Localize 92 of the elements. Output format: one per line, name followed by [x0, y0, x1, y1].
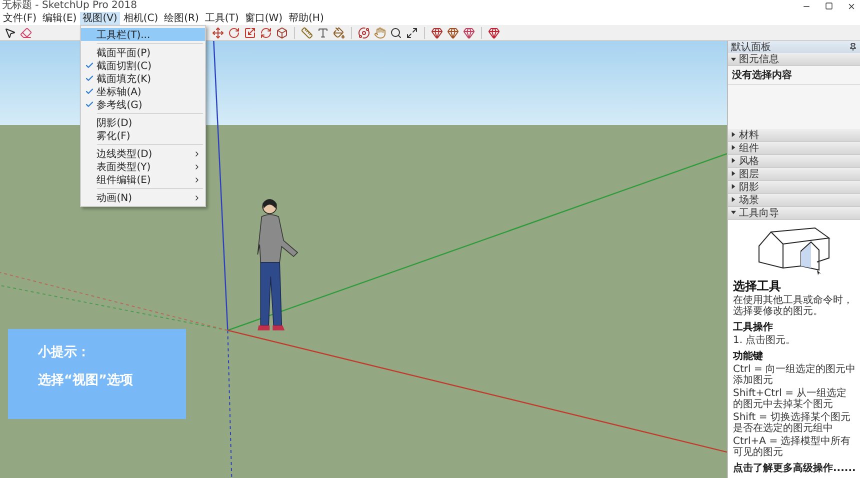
section-label: 工具向导 [739, 206, 779, 220]
menu-item[interactable]: 组件编辑(E) [80, 173, 205, 186]
menu-item[interactable]: 截面平面(P) [80, 46, 205, 59]
rotate-icon[interactable] [228, 26, 240, 38]
paint-bucket-icon[interactable] [333, 26, 345, 38]
move-icon[interactable] [212, 26, 224, 38]
menu-bar-item[interactable]: 帮助(H) [286, 12, 327, 25]
box-icon[interactable] [276, 26, 288, 38]
gem-icon[interactable] [447, 26, 459, 38]
section-label: 组件 [739, 142, 759, 155]
section-label: 图层 [739, 168, 759, 181]
section-label: 风格 [739, 154, 759, 168]
section-label: 材料 [739, 128, 759, 142]
section-heading: 工具操作 [733, 322, 774, 333]
menu-bar-item[interactable]: 视图(V) [80, 12, 120, 25]
search-icon[interactable] [390, 26, 402, 38]
menu-item-label: 组件编辑(E) [96, 174, 152, 186]
menu-item[interactable]: 阴影(D) [80, 116, 205, 129]
menu-bar-item[interactable]: 编辑(E) [40, 12, 80, 25]
menu-item-label: 截面平面(P) [96, 46, 152, 60]
refresh-icon[interactable] [260, 26, 272, 38]
menu-item-label: 截面填充(K) [96, 72, 152, 86]
collapsed-triangle-icon[interactable] [731, 184, 736, 190]
menu-item[interactable]: 截面切割(C) [80, 59, 205, 72]
menu-item[interactable]: 工具栏(T)... [80, 28, 205, 41]
shortcut-text: Ctrl+A = 选择模型中所有可见的图元 [733, 436, 852, 458]
menu-bar-item[interactable]: 文件(F) [0, 12, 40, 25]
section-label: 图元信息 [739, 52, 779, 66]
menu-item[interactable]: 参考线(G) [80, 98, 205, 111]
operation-text: 1. 点击图元。 [733, 335, 797, 346]
window-title: 无标题 - SketchUp Pro 2018 [2, 0, 137, 12]
menu-item-label: 工具栏(T)... [96, 28, 152, 42]
menu-bar-item[interactable]: 工具(T) [202, 12, 242, 25]
section-label: 场景 [739, 194, 759, 207]
menu-item-label: 动画(N) [96, 192, 133, 204]
menu-item[interactable]: 坐标轴(A) [80, 85, 205, 98]
menu-item[interactable]: 雾化(F) [80, 129, 205, 142]
section-heading: 功能键 [733, 351, 764, 362]
eraser-icon[interactable] [20, 26, 32, 38]
tray-section-header[interactable]: 场景 [728, 194, 860, 207]
tool-description: 在使用其他工具或命令时，选择要修改的图元。 [733, 295, 854, 317]
menu-bar-item[interactable]: 相机(C) [120, 12, 162, 25]
hand-icon[interactable] [374, 26, 386, 38]
tray-section-header[interactable]: 图元信息 [728, 53, 860, 66]
menu-item-label: 坐标轴(A) [96, 86, 142, 98]
gem-icon[interactable] [488, 26, 500, 38]
tray-section-header[interactable]: 工具向导 [728, 206, 860, 220]
more-link[interactable]: 点击了解更多高级操作...... [733, 463, 856, 474]
maximize-icon[interactable] [825, 2, 833, 10]
tray-title: 默认面板 [731, 40, 771, 54]
menu-bar-item[interactable]: 绘图(R) [161, 12, 202, 25]
tray-section-header[interactable]: 风格 [728, 154, 860, 168]
menu-item[interactable]: 动画(N) [80, 191, 205, 204]
tip-title: 小提示： [38, 344, 91, 361]
text-icon[interactable] [317, 26, 329, 38]
shortcut-text: Shift = 切换选择某个图元是否在选定的图元组中 [733, 412, 852, 434]
tip-text: 选择“视图”选项 [38, 372, 134, 389]
orbit-icon[interactable] [358, 26, 370, 38]
tray-section-header[interactable]: 组件 [728, 142, 860, 155]
gem-icon[interactable] [431, 26, 443, 38]
menu-item[interactable]: 截面填充(K) [80, 72, 205, 85]
collapsed-triangle-icon[interactable] [731, 197, 736, 202]
menu-bar-item[interactable]: 窗口(W) [242, 12, 286, 25]
gem-icon[interactable] [463, 26, 475, 38]
tray-section-header[interactable]: 材料 [728, 128, 860, 142]
ruler-icon[interactable] [301, 26, 313, 38]
menu-item-label: 阴影(D) [96, 116, 134, 130]
tray-section-header[interactable]: 图层 [728, 168, 860, 181]
pointer-icon[interactable] [4, 26, 16, 38]
menu-item-label: 雾化(F) [96, 130, 132, 142]
expanded-triangle-icon[interactable] [731, 56, 736, 62]
menu-item[interactable]: 边线类型(D) [80, 147, 205, 160]
menu-item-label: 表面类型(Y) [96, 160, 152, 174]
tray-section-header[interactable]: 阴影 [728, 180, 860, 194]
tool-title: 选择工具 [733, 280, 782, 293]
shortcut-text: Shift+Ctrl = 从一组选定的图元中去掉某个图元 [733, 388, 848, 410]
menu-item[interactable]: 表面类型(Y) [80, 160, 205, 173]
shortcut-text: Ctrl = 向一组选定的图元中添加图元 [733, 364, 856, 386]
menu-item-label: 参考线(G) [96, 98, 144, 112]
collapsed-triangle-icon[interactable] [731, 132, 736, 138]
entity-info-text: 没有选择内容 [728, 66, 860, 85]
scale-icon[interactable] [244, 26, 256, 38]
collapsed-triangle-icon[interactable] [731, 145, 736, 150]
section-label: 阴影 [739, 180, 759, 194]
collapsed-triangle-icon[interactable] [731, 171, 736, 176]
expanded-triangle-icon[interactable] [731, 210, 736, 216]
close-icon[interactable] [847, 2, 856, 10]
collapsed-triangle-icon[interactable] [731, 158, 736, 164]
menu-item-label: 边线类型(D) [96, 148, 154, 160]
expand-arrows-icon[interactable] [406, 26, 418, 38]
menu-item-label: 截面切割(C) [96, 60, 152, 72]
pin-icon[interactable] [849, 43, 857, 51]
